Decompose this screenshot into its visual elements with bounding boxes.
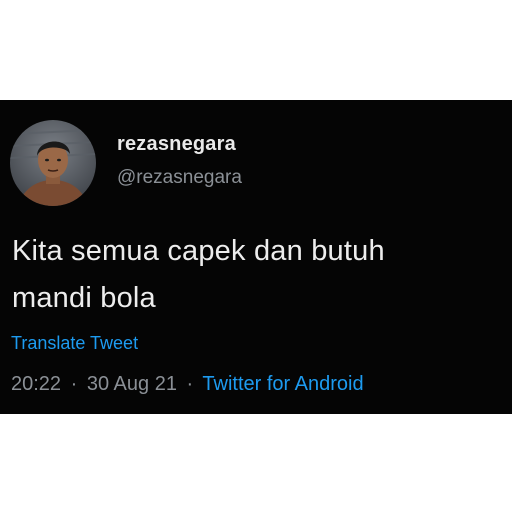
tweet-source-link[interactable]: Twitter for Android (202, 373, 363, 395)
avatar[interactable] (10, 120, 96, 206)
translate-tweet-link[interactable]: Translate Tweet (11, 332, 138, 354)
display-name[interactable]: rezasnegara (117, 132, 242, 156)
tweet-card: rezasnegara @rezasnegara Kita semua cape… (0, 100, 512, 414)
tweet-text: Kita semua capek dan butuh mandi bola (12, 228, 502, 322)
avatar-photo-icon (10, 120, 96, 206)
tweet-time[interactable]: 20:22 (11, 373, 61, 395)
meta-separator: · (186, 373, 194, 395)
user-handle[interactable]: @rezasnegara (117, 166, 242, 190)
meta-separator: · (70, 373, 78, 395)
author-block: rezasnegara @rezasnegara (117, 132, 242, 190)
tweet-date[interactable]: 30 Aug 21 (87, 373, 177, 395)
tweet-meta: 20:22 · 30 Aug 21 · Twitter for Android (11, 372, 364, 396)
tweet-text-line: Kita semua capek dan butuh (12, 235, 385, 267)
screenshot-canvas: rezasnegara @rezasnegara Kita semua cape… (0, 0, 512, 512)
tweet-text-line: mandi bola (12, 282, 156, 314)
